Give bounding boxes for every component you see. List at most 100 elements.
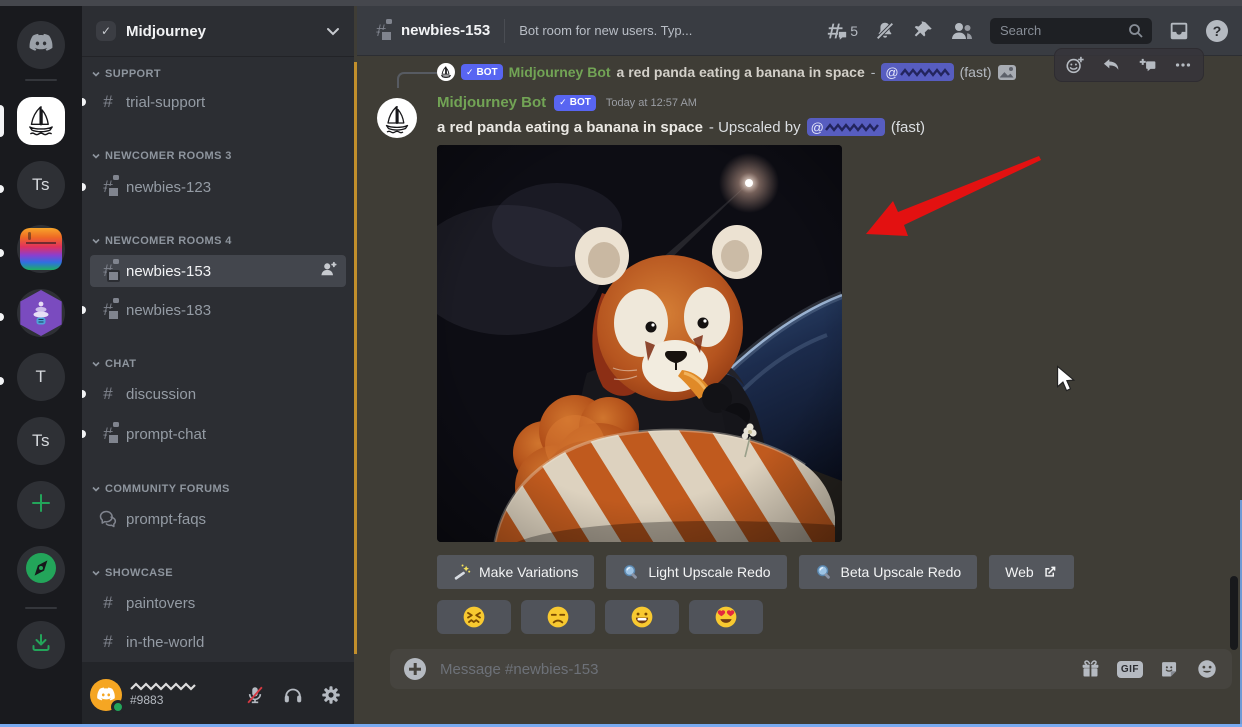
unread-channel-pill (82, 183, 86, 191)
redacted-mention-scribble (825, 122, 881, 133)
guild-header[interactable]: ✓ Midjourney (82, 6, 354, 57)
search-icon (1128, 23, 1144, 39)
threads-button[interactable]: 5 (826, 20, 858, 42)
verified-check-icon: ✓ (96, 21, 116, 41)
chat-scrollbar-thumb[interactable] (1230, 576, 1238, 650)
add-reaction-icon[interactable] (1065, 55, 1085, 75)
mic-muted-icon[interactable] (244, 684, 266, 706)
category-chat[interactable]: CHAT (92, 354, 346, 374)
channel-name: newbies-183 (126, 302, 211, 319)
add-server-button[interactable] (17, 481, 65, 529)
hash-icon: # (98, 632, 118, 652)
category-community-forums[interactable]: COMMUNITY FORUMS (92, 479, 346, 499)
hash-thread-icon: # (98, 261, 118, 281)
red-panda-image (437, 145, 842, 542)
search-input[interactable] (998, 22, 1122, 39)
sticker-icon[interactable] (1159, 659, 1180, 680)
unread-server-pill (0, 185, 4, 193)
server-icon-ts-1[interactable]: Ts (17, 161, 65, 209)
channel-name: prompt-faqs (126, 511, 206, 528)
category-showcase[interactable]: SHOWCASE (92, 563, 346, 583)
explore-servers-button[interactable] (17, 546, 65, 594)
sidebar-item-newbies-123[interactable]: # newbies-123 (90, 171, 346, 203)
sidebar-item-in-the-world[interactable]: # in-the-world (90, 626, 346, 658)
download-apps-button[interactable] (17, 621, 65, 669)
message-hover-toolbar (1054, 48, 1204, 82)
reply-icon[interactable] (1101, 55, 1121, 75)
heart-eyes-face-icon (714, 605, 738, 629)
selected-server-pill (0, 105, 4, 137)
category-newcomer-rooms-3[interactable]: NEWCOMER ROOMS 3 (92, 146, 346, 166)
confounded-face-icon (462, 605, 486, 629)
guild-name: Midjourney (126, 23, 206, 40)
category-label: NEWCOMER ROOMS 3 (105, 150, 232, 162)
category-label: COMMUNITY FORUMS (105, 483, 230, 495)
sidebar-item-newbies-183[interactable]: # newbies-183 (90, 294, 346, 326)
server-icon-ts-2[interactable]: Ts (17, 417, 65, 465)
message-content: a red panda eating a banana in space - U… (437, 118, 925, 136)
message-author[interactable]: Midjourney Bot (437, 94, 546, 111)
channel-topic[interactable]: Bot room for new users. Typ... (519, 23, 692, 38)
sidebar-item-newbies-153[interactable]: # newbies-153 (90, 255, 346, 287)
reaction-confounded[interactable] (437, 600, 511, 634)
sidebar-item-discussion[interactable]: # discussion (90, 378, 346, 410)
server-icon-midjourney[interactable] (17, 97, 65, 145)
more-actions-icon[interactable] (1173, 55, 1193, 75)
attach-file-button[interactable] (404, 658, 426, 680)
prompt-text: a red panda eating a banana in space (437, 119, 703, 136)
channel-name: paintovers (126, 595, 195, 612)
reaction-disappointed[interactable] (521, 600, 595, 634)
category-label: SUPPORT (105, 68, 161, 80)
plus-icon (30, 492, 52, 519)
image-attachment-icon (998, 65, 1016, 80)
gif-picker-button[interactable]: GIF (1117, 661, 1143, 678)
message-avatar[interactable] (377, 98, 417, 138)
sidebar-item-trial-support[interactable]: # trial-support (90, 86, 346, 118)
user-avatar[interactable] (90, 679, 122, 711)
server-initials: T (36, 367, 47, 387)
generated-image-attachment[interactable] (437, 145, 842, 542)
inbox-icon[interactable] (1168, 20, 1190, 42)
gift-icon[interactable] (1080, 659, 1101, 680)
light-upscale-redo-button[interactable]: Light Upscale Redo (606, 555, 786, 589)
server-icon-fridge[interactable] (17, 225, 65, 273)
settings-gear-icon[interactable] (320, 684, 342, 706)
pinned-messages-icon[interactable] (912, 20, 934, 42)
reaction-heart-eyes[interactable] (689, 600, 763, 634)
server-icon-t[interactable]: T (17, 353, 65, 401)
sidebar-item-prompt-chat[interactable]: # prompt-chat (90, 418, 346, 450)
beta-upscale-redo-button[interactable]: Beta Upscale Redo (799, 555, 978, 589)
reply-author[interactable]: Midjourney Bot (509, 64, 611, 80)
server-icon-hexagon[interactable] (17, 289, 65, 337)
make-variations-button[interactable]: Make Variations (437, 555, 594, 589)
sidebar-item-prompt-faqs[interactable]: prompt-faqs (90, 503, 346, 535)
hash-icon: # (98, 384, 118, 404)
redacted-username-scribble (130, 682, 196, 691)
discord-home-button[interactable] (17, 21, 65, 69)
sidebar-item-paintovers[interactable]: # paintovers (90, 587, 346, 619)
emoji-picker-icon[interactable] (1196, 658, 1218, 680)
message-timestamp: Today at 12:57 AM (606, 97, 697, 109)
hash-thread-icon: # (98, 177, 118, 197)
web-button[interactable]: Web (989, 555, 1074, 589)
reaction-grinning[interactable] (605, 600, 679, 634)
reply-reference[interactable]: ✓BOT Midjourney Bot a red panda eating a… (437, 60, 1102, 84)
member-list-icon[interactable] (950, 20, 974, 42)
message-input[interactable] (438, 660, 1068, 679)
category-support[interactable]: SUPPORT (92, 64, 346, 84)
unread-channel-pill (82, 306, 86, 314)
help-icon[interactable]: ? (1206, 20, 1228, 42)
grinning-face-icon (630, 605, 654, 629)
notifications-muted-icon[interactable] (874, 20, 896, 42)
channel-sidebar: ✓ Midjourney SUPPORT # trial-support NEW… (82, 6, 354, 727)
mention-pill[interactable]: @ (881, 63, 953, 81)
headphones-icon[interactable] (282, 684, 304, 706)
category-newcomer-rooms-4[interactable]: NEWCOMER ROOMS 4 (92, 231, 346, 251)
discord-app-window: Ts T Ts (0, 0, 1242, 727)
server-initials: Ts (32, 175, 50, 195)
reply-dash: - (871, 64, 876, 80)
mention-pill[interactable]: @ (807, 118, 885, 136)
invite-people-icon[interactable] (320, 261, 338, 281)
disappointed-face-icon (546, 605, 570, 629)
create-thread-icon[interactable] (1137, 55, 1157, 75)
